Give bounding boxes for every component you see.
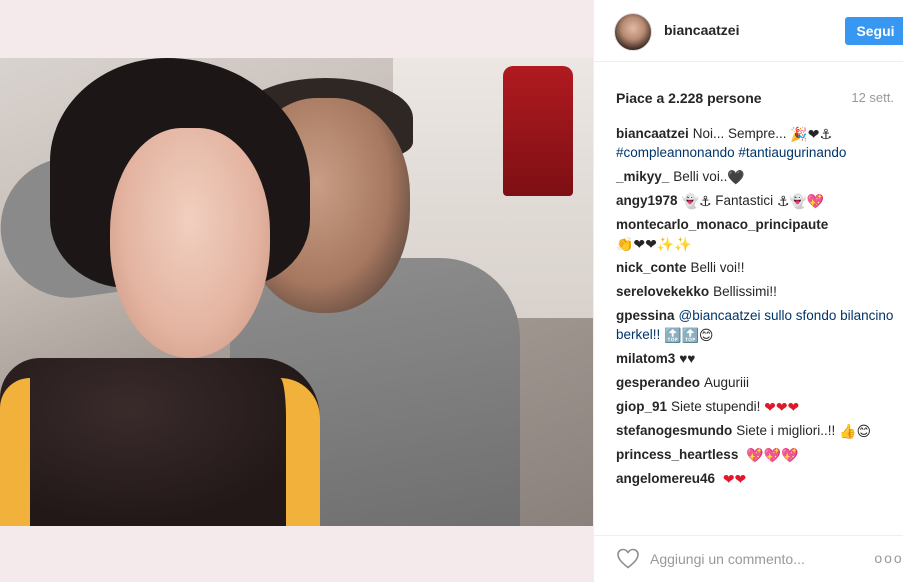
comment-item: gpessina @biancaatzei sullo sfondo bilanc… bbox=[616, 306, 896, 344]
comment-emoji: 🎉❤⚓ bbox=[790, 126, 833, 142]
avatar[interactable] bbox=[614, 13, 652, 51]
comment-username[interactable]: gpessina bbox=[616, 308, 675, 323]
comment-username[interactable]: giop_91 bbox=[616, 399, 667, 414]
comment-item: nick_conte Belli voi!! bbox=[616, 258, 896, 277]
photo-woman-face bbox=[110, 128, 270, 358]
comment-text: Fantastici bbox=[715, 193, 774, 208]
comment-emoji: 🖤 bbox=[727, 169, 745, 185]
comment-footer: ooo bbox=[594, 535, 903, 582]
comment-username[interactable]: princess_heartless bbox=[616, 447, 738, 462]
post-photo[interactable] bbox=[0, 58, 593, 526]
comment-emoji: ❤❤❤ bbox=[764, 399, 800, 415]
comment-username[interactable]: stefanogesmundo bbox=[616, 423, 732, 438]
comment-username[interactable]: angelomereu46 bbox=[616, 471, 715, 486]
photo-woman-ruffle bbox=[0, 378, 320, 526]
comment-emoji: ❤❤ bbox=[722, 471, 747, 487]
photo-red-machine bbox=[503, 66, 573, 196]
comment-list: biancaatzei Noi... Sempre... 🎉❤⚓ #complea… bbox=[616, 124, 896, 493]
comment-item: giop_91 Siete stupendi! ❤❤❤ bbox=[616, 397, 896, 416]
post-username[interactable]: biancaatzei bbox=[664, 22, 739, 38]
comment-username[interactable]: milatom3 bbox=[616, 351, 675, 366]
more-options-icon[interactable]: ooo bbox=[874, 546, 903, 570]
comment-emoji: 🔝🔝😊 bbox=[664, 327, 714, 343]
comment-item: _mikyy_ Belli voi..🖤 bbox=[616, 167, 896, 186]
comment-hashtags[interactable]: #compleannonando #tantiaugurinando bbox=[616, 145, 846, 160]
comment-emoji: 💖💖💖 bbox=[746, 447, 799, 463]
comment-username[interactable]: _mikyy_ bbox=[616, 169, 669, 184]
comment-text: Belli voi!! bbox=[690, 260, 745, 275]
comment-text: ♥♥ bbox=[679, 351, 696, 366]
heart-icon[interactable] bbox=[616, 547, 640, 569]
comment-username[interactable]: montecarlo_monaco_principaute bbox=[616, 217, 828, 232]
post-sidebar: biancaatzei Segui Piace a 2.228 persone … bbox=[593, 0, 903, 582]
comment-item: angelomereu46 ❤❤ bbox=[616, 469, 896, 488]
comment-item: serelovekekko Bellissimi!! bbox=[616, 282, 896, 301]
comment-emoji: 👻⚓ bbox=[681, 193, 712, 209]
comment-item: stefanogesmundo Siete i migliori..!! 👍😊 bbox=[616, 421, 896, 440]
comment-text: Belli voi.. bbox=[673, 169, 728, 184]
comment-emoji: ⚓👻💖 bbox=[776, 193, 825, 209]
likes-count[interactable]: Piace a 2.228 persone bbox=[616, 90, 762, 106]
comment-input[interactable] bbox=[650, 548, 860, 570]
likes-row: Piace a 2.228 persone 12 sett. bbox=[616, 90, 896, 110]
comment-text: Siete stupendi! bbox=[671, 399, 761, 414]
comment-text: Bellissimi!! bbox=[713, 284, 777, 299]
comment-emoji: 👍😊 bbox=[839, 423, 872, 439]
photo-pane bbox=[0, 0, 593, 582]
comment-username[interactable]: biancaatzei bbox=[616, 126, 689, 141]
comment-item: gesperandeo Auguriii bbox=[616, 373, 896, 392]
comment-item: biancaatzei Noi... Sempre... 🎉❤⚓ #complea… bbox=[616, 124, 896, 162]
comment-text: Noi... Sempre... bbox=[692, 126, 787, 141]
comment-text: Auguriii bbox=[704, 375, 750, 390]
post-timestamp[interactable]: 12 sett. bbox=[851, 90, 894, 105]
comment-username[interactable]: gesperandeo bbox=[616, 375, 700, 390]
follow-button[interactable]: Segui bbox=[845, 17, 903, 45]
comment-emoji: 👏❤❤✨✨ bbox=[616, 236, 692, 252]
post-header: biancaatzei Segui bbox=[594, 0, 903, 62]
comment-username[interactable]: nick_conte bbox=[616, 260, 687, 275]
comment-username[interactable]: angy1978 bbox=[616, 193, 678, 208]
comment-item: princess_heartless 💖💖💖 bbox=[616, 445, 896, 464]
comment-username[interactable]: serelovekekko bbox=[616, 284, 709, 299]
comment-item: angy1978 👻⚓ Fantastici ⚓👻💖 bbox=[616, 191, 896, 210]
comment-text: Siete i migliori..!! bbox=[736, 423, 836, 438]
comment-item: montecarlo_monaco_principaute 👏❤❤✨✨ bbox=[616, 215, 896, 253]
comment-item: milatom3 ♥♥ bbox=[616, 349, 896, 368]
